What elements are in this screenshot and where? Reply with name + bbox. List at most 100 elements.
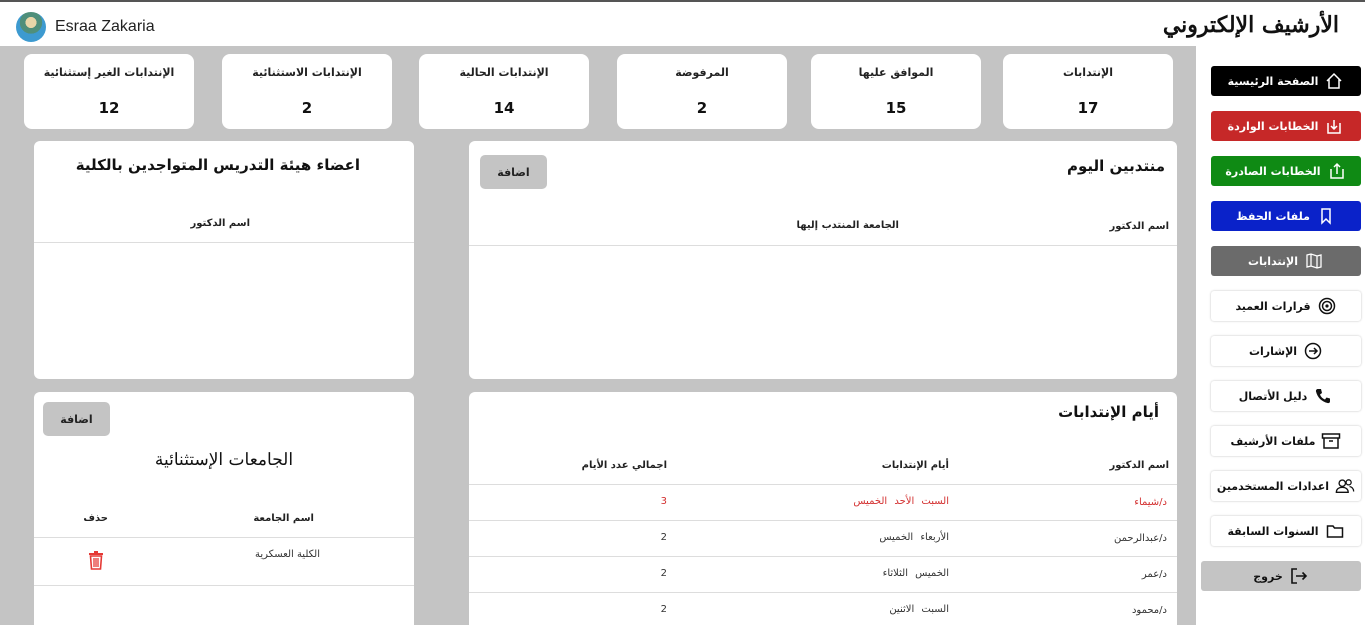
sidebar-item-previous-years[interactable]: السنوات السابقة [1211,516,1361,546]
row-doctor: د/عبدالرحمن [1114,533,1167,544]
row-doctor: د/عمر [1141,569,1167,580]
divider [469,484,1177,485]
sidebar-item-label: اعدادات المستخدمين [1216,479,1330,493]
divider [469,592,1177,593]
sidebar-item-archive-files[interactable]: ملفات الأرشيف [1211,426,1361,456]
stat-value: 12 [98,99,120,117]
folder-icon [1325,521,1345,541]
stat-label: المرفوضة [675,66,729,79]
divider [469,245,1177,246]
divider [34,537,414,538]
target-icon [1317,296,1337,316]
logout-button[interactable]: خروج [1201,561,1361,591]
avatar[interactable] [16,12,46,42]
delegation-days-panel: أيام الإنتدابات اسم الدكتور أيام الإنتدا… [469,392,1177,625]
sidebar-item-label: ملفات الحفظ [1236,209,1310,223]
sidebar-item-dean-decisions[interactable]: قرارات العميد [1211,291,1361,321]
sidebar-item-contact-directory[interactable]: دليل الأتصال [1211,381,1361,411]
sidebar-item-label: السنوات السابقة [1227,524,1319,538]
phone-icon [1313,386,1333,406]
row-total: 2 [660,568,667,579]
sidebar-item-label: الخطابات الصادرة [1225,164,1321,178]
stat-label: الموافق عليها [858,66,934,79]
sidebar-item-saved-files[interactable]: ملفات الحفظ [1211,201,1361,231]
home-icon [1324,71,1344,91]
column-header-total: اجمالي عدد الأيام [581,460,667,471]
exceptional-universities-panel: اضافة الجامعات الإستثنائية اسم الجامعة ح… [34,392,414,625]
sidebar-item-delegations[interactable]: الإنتدابات [1211,246,1361,276]
sidebar-item-home[interactable]: الصفحة الرئيسية [1211,66,1361,96]
sidebar-item-label: الإنتدابات [1247,254,1299,268]
bookmark-icon [1316,206,1336,226]
sidebar-item-outgoing-letters[interactable]: الخطابات الصادرة [1211,156,1361,186]
panel-title: الجامعات الإستثنائية [154,450,294,470]
column-header-university: اسم الجامعة [253,513,314,524]
row-doctor: د/شيماء [1134,497,1167,508]
row-total: 2 [660,532,667,543]
faculty-present-panel: اعضاء هيئة التدريس المتواجدين بالكلية اس… [34,141,414,379]
stat-value: 2 [696,99,708,117]
main-content: الإنتدابات 17 الموافق عليها 15 المرفوضة … [0,46,1196,625]
stat-label: الإنتدابات [1062,66,1114,79]
row-total: 3 [660,496,667,507]
row-days: الخميس الثلاثاء [882,568,949,579]
stat-label: الإنتدابات الاستثنائية [252,66,362,79]
sidebar-item-label: قرارات العميد [1235,299,1311,313]
sidebar-item-incoming-letters[interactable]: الخطابات الواردة [1211,111,1361,141]
users-icon [1335,476,1355,496]
logout-icon [1289,566,1309,586]
arrow-circle-icon [1303,341,1323,361]
column-header-university: الجامعة المنتدب إليها [796,220,899,231]
stat-value: 2 [301,99,313,117]
inbox-download-icon [1324,116,1344,136]
stat-card-total: الإنتدابات 17 [1003,54,1173,129]
sidebar-item-label: ملفات الأرشيف [1230,434,1316,448]
header-bar: Esraa Zakaria الأرشيف الإلكتروني [0,2,1365,46]
stat-card-current: الإنتدابات الحالية 14 [419,54,589,129]
user-name: Esraa Zakaria [55,18,155,35]
stat-card-rejected: المرفوضة 2 [617,54,787,129]
column-header-doctor: اسم الدكتور [190,218,250,229]
column-header-doctor: اسم الدكتور [1109,221,1169,232]
panel-title: منتدبين اليوم [1067,157,1165,175]
column-header-days: أيام الإنتدابات [881,460,949,471]
sidebar: الصفحة الرئيسية الخطابات الواردة الخطابا… [1196,46,1365,625]
row-doctor: د/محمود [1131,605,1167,616]
today-delegates-panel: منتدبين اليوم اضافة اسم الدكتور الجامعة … [469,141,1177,379]
row-days: السبت الاثنين [889,604,949,615]
stat-label: الإنتدابات الحالية [459,66,549,79]
panel-title: اعضاء هيئة التدريس المتواجدين بالكلية [75,156,360,174]
sidebar-item-signals[interactable]: الإشارات [1211,336,1361,366]
app-title: الأرشيف الإلكتروني [1162,12,1339,38]
column-header-delete: حذف [83,513,108,524]
sidebar-item-user-settings[interactable]: اعدادات المستخدمين [1211,471,1361,501]
divider [34,585,414,586]
add-button[interactable]: اضافة [43,402,110,436]
add-button[interactable]: اضافة [480,155,547,189]
row-days: السبت الأحد الخميس [853,496,949,507]
row-days: الأربعاء الخميس [879,532,949,543]
sidebar-item-label: الصفحة الرئيسية [1227,74,1319,88]
trash-icon[interactable] [88,550,104,570]
stat-value: 17 [1077,99,1099,117]
outbox-upload-icon [1327,161,1347,181]
stat-label: الإنتدابات الغير إستثنائية [43,66,175,79]
divider [469,556,1177,557]
logout-label: خروج [1253,569,1283,583]
panel-title: أيام الإنتدابات [1058,403,1159,421]
sidebar-item-label: دليل الأتصال [1238,389,1308,403]
stat-value: 14 [493,99,515,117]
stat-card-approved: الموافق عليها 15 [811,54,981,129]
stat-card-non-exceptional: الإنتدابات الغير إستثنائية 12 [24,54,194,129]
archive-box-icon [1321,431,1341,451]
map-icon [1304,251,1324,271]
row-total: 2 [660,604,667,615]
university-name: الكلية العسكرية [255,549,320,560]
divider [34,242,414,243]
sidebar-item-label: الإشارات [1248,344,1298,358]
column-header-doctor: اسم الدكتور [1109,460,1169,471]
stat-value: 15 [885,99,907,117]
stat-card-exceptional: الإنتدابات الاستثنائية 2 [222,54,392,129]
divider [469,520,1177,521]
sidebar-item-label: الخطابات الواردة [1227,119,1319,133]
